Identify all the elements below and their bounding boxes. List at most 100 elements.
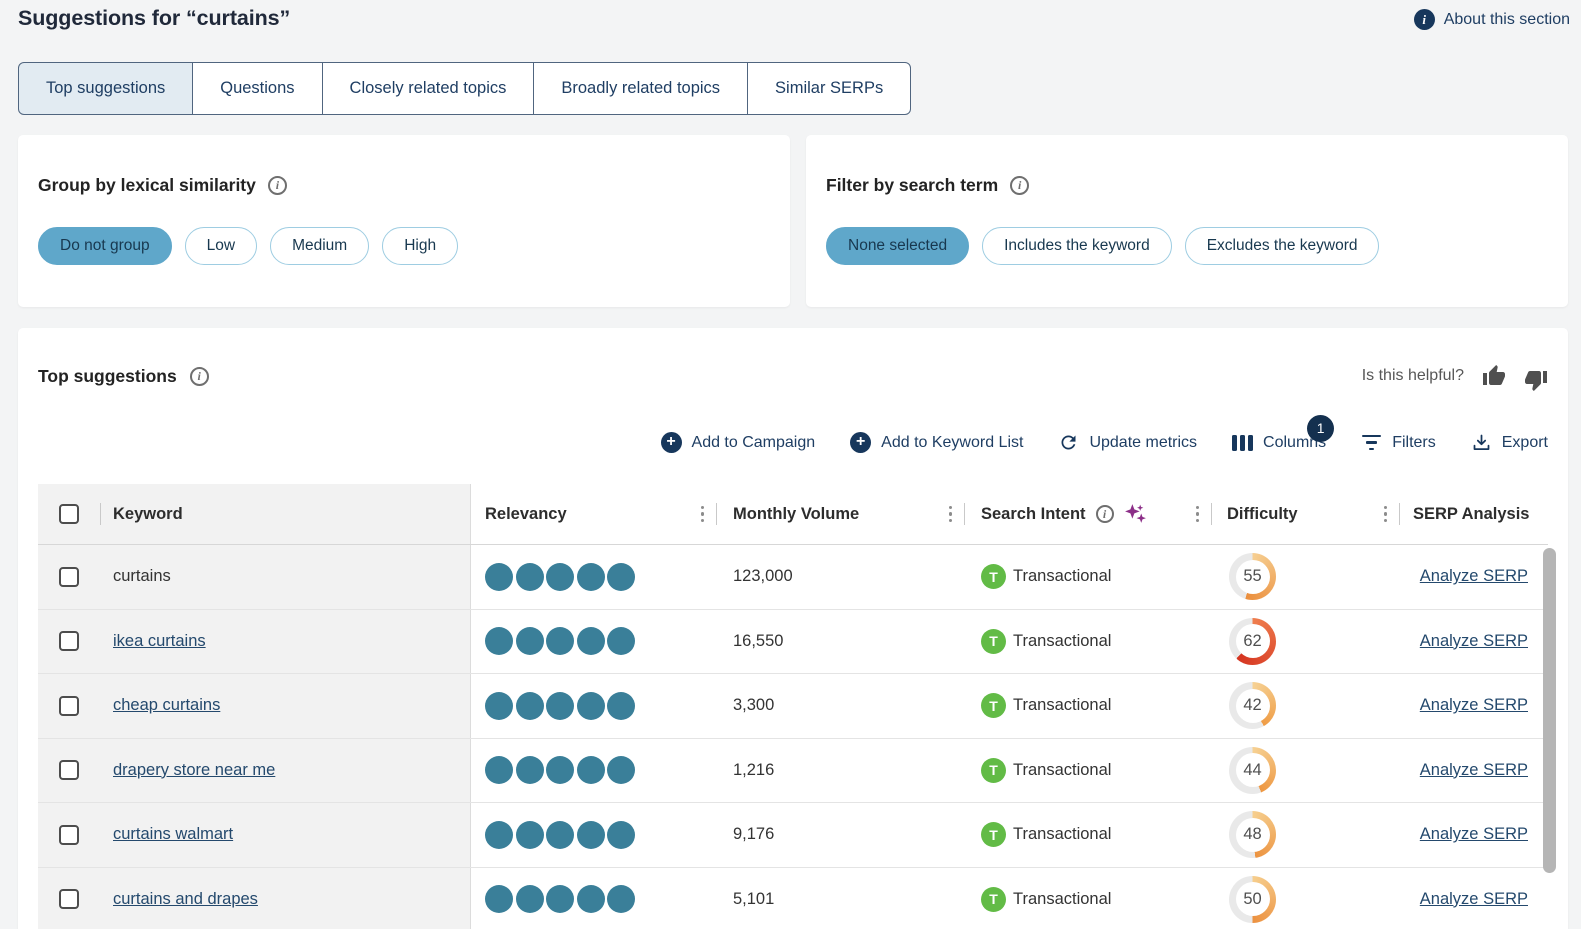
analyze-serp-link[interactable]: Analyze SERP <box>1420 567 1528 586</box>
add-to-keyword-list-button[interactable]: + Add to Keyword List <box>850 432 1023 453</box>
helpful-label: Is this helpful? <box>1362 367 1464 385</box>
relevancy-dots <box>471 803 716 867</box>
row-checkbox[interactable] <box>59 696 79 716</box>
relevancy-dot <box>577 821 605 849</box>
relevancy-dot <box>546 627 574 655</box>
intent-badge: T <box>981 693 1006 718</box>
filter-card-title: Filter by search term <box>826 175 998 196</box>
filters-button[interactable]: Filters <box>1361 434 1436 452</box>
keyword-link[interactable]: curtains walmart <box>113 825 233 844</box>
table-scrollbar-thumb[interactable] <box>1543 548 1556 873</box>
pill-high[interactable]: High <box>382 227 458 265</box>
relevancy-dot <box>607 885 635 913</box>
relevancy-dots <box>471 545 716 609</box>
info-icon: i <box>1414 9 1435 30</box>
row-checkbox[interactable] <box>59 825 79 845</box>
keyword-link[interactable]: curtains and drapes <box>113 890 258 909</box>
table-toolbar: + Add to Campaign + Add to Keyword List … <box>661 432 1548 453</box>
relevancy-dot <box>546 692 574 720</box>
group-card-title: Group by lexical similarity <box>38 175 256 196</box>
tab-similar-serps[interactable]: Similar SERPs <box>747 62 911 115</box>
table-row: curtains walmart 9,176 T Transactional 4… <box>38 803 1548 868</box>
relevancy-dot <box>577 563 605 591</box>
page-header: Suggestions for “curtains” i About this … <box>18 6 1570 31</box>
relevancy-dot <box>516 821 544 849</box>
relevancy-dot <box>485 821 513 849</box>
relevancy-dot <box>546 885 574 913</box>
relevancy-dot <box>546 756 574 784</box>
difficulty-value: 55 <box>1243 567 1261 586</box>
plus-circle-icon: + <box>850 432 871 453</box>
ai-sparkles-icon <box>1123 502 1148 527</box>
columns-button[interactable]: Columns 1 <box>1232 434 1326 452</box>
update-metrics-button[interactable]: Update metrics <box>1058 432 1197 453</box>
relevancy-dot <box>485 692 513 720</box>
relevancy-dots <box>471 610 716 674</box>
about-this-section-link[interactable]: i About this section <box>1414 9 1570 30</box>
intent-badge: T <box>981 564 1006 589</box>
row-checkbox[interactable] <box>59 567 79 587</box>
add-to-campaign-button[interactable]: + Add to Campaign <box>661 432 816 453</box>
download-icon <box>1471 432 1492 453</box>
analyze-serp-link[interactable]: Analyze SERP <box>1420 825 1528 844</box>
suggestion-tabs: Top suggestionsQuestionsClosely related … <box>18 62 911 115</box>
column-menu-icon[interactable] <box>1384 506 1388 523</box>
relevancy-dot <box>516 563 544 591</box>
keyword-link[interactable]: drapery store near me <box>113 761 275 780</box>
intent-label: Transactional <box>1013 632 1111 651</box>
relevancy-dot <box>485 627 513 655</box>
row-checkbox[interactable] <box>59 889 79 909</box>
relevancy-dot <box>516 627 544 655</box>
relevancy-dot <box>516 756 544 784</box>
row-checkbox[interactable] <box>59 631 79 651</box>
pill-do-not-group[interactable]: Do not group <box>38 227 172 265</box>
info-icon[interactable]: i <box>1010 176 1029 195</box>
relevancy-dot <box>485 756 513 784</box>
results-card: Top suggestions i Is this helpful? + Add… <box>18 328 1568 929</box>
column-menu-icon[interactable] <box>949 506 953 523</box>
analyze-serp-link[interactable]: Analyze SERP <box>1420 890 1528 909</box>
intent-badge: T <box>981 629 1006 654</box>
pill-medium[interactable]: Medium <box>270 227 369 265</box>
relevancy-dots <box>471 868 716 929</box>
difficulty-donut: 55 <box>1229 553 1276 600</box>
row-checkbox[interactable] <box>59 760 79 780</box>
keyword-link[interactable]: cheap curtains <box>113 696 220 715</box>
pill-excludes-the-keyword[interactable]: Excludes the keyword <box>1185 227 1380 265</box>
monthly-volume-value: 16,550 <box>716 610 964 674</box>
tab-closely-related-topics[interactable]: Closely related topics <box>322 62 535 115</box>
keyword-suggestions-page: Suggestions for “curtains” i About this … <box>0 0 1581 929</box>
table-row: drapery store near me 1,216 T Transactio… <box>38 739 1548 804</box>
monthly-volume-value: 3,300 <box>716 674 964 738</box>
info-icon[interactable]: i <box>1096 505 1114 523</box>
column-menu-icon[interactable] <box>701 506 705 523</box>
difficulty-value: 44 <box>1243 761 1261 780</box>
export-button[interactable]: Export <box>1471 432 1548 453</box>
difficulty-value: 50 <box>1243 890 1261 909</box>
table-body: curtains 123,000 T Transactional 55 Anal… <box>38 545 1548 929</box>
relevancy-dot <box>607 821 635 849</box>
analyze-serp-link[interactable]: Analyze SERP <box>1420 761 1528 780</box>
column-menu-icon[interactable] <box>1196 506 1200 523</box>
info-icon[interactable]: i <box>268 176 287 195</box>
results-title: Top suggestions <box>38 366 177 387</box>
difficulty-value: 42 <box>1243 696 1261 715</box>
monthly-volume-value: 1,216 <box>716 739 964 803</box>
info-icon[interactable]: i <box>190 367 209 386</box>
relevancy-dot <box>577 885 605 913</box>
relevancy-dot <box>546 563 574 591</box>
pill-includes-the-keyword[interactable]: Includes the keyword <box>982 227 1172 265</box>
pill-low[interactable]: Low <box>185 227 257 265</box>
analyze-serp-link[interactable]: Analyze SERP <box>1420 696 1528 715</box>
thumbs-up-icon[interactable] <box>1482 364 1506 388</box>
pill-none-selected[interactable]: None selected <box>826 227 969 265</box>
keyword-link[interactable]: ikea curtains <box>113 632 206 651</box>
page-title: Suggestions for “curtains” <box>18 6 290 31</box>
analyze-serp-link[interactable]: Analyze SERP <box>1420 632 1528 651</box>
select-all-checkbox[interactable] <box>59 504 79 524</box>
tab-questions[interactable]: Questions <box>192 62 322 115</box>
tab-top-suggestions[interactable]: Top suggestions <box>18 62 193 115</box>
suggestions-table: Keyword Relevancy Monthly Volume Search … <box>38 484 1548 929</box>
tab-broadly-related-topics[interactable]: Broadly related topics <box>533 62 748 115</box>
thumbs-down-icon[interactable] <box>1524 368 1548 392</box>
